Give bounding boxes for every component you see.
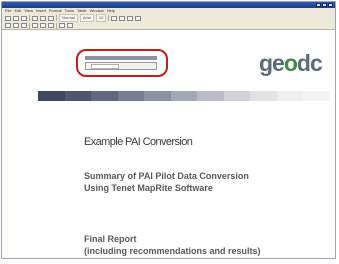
band-segment [38,91,65,101]
geodc-logo: geodc [259,50,323,76]
document-title: Example PAI Conversion [84,136,193,148]
window-controls [316,3,335,7]
logo-text-b: dc [296,50,323,76]
band-segment [303,91,331,101]
font-size-dropdown[interactable]: 10 [95,14,107,22]
table-icon[interactable] [135,15,142,21]
band-segment [91,91,118,101]
align-right-icon[interactable] [48,23,54,28]
align-center-icon[interactable] [40,23,46,28]
spelling-icon[interactable] [48,15,54,21]
underline-icon[interactable] [21,23,27,28]
minimize-icon[interactable] [316,3,321,7]
formatting-toolbar [2,22,335,30]
style-dropdown[interactable]: Normal [59,14,78,22]
report-description: Final Report (including recommendations … [84,233,261,257]
print-icon[interactable] [32,15,38,21]
bold-icon[interactable] [5,23,11,28]
band-segment [276,91,304,101]
new-icon[interactable] [5,15,11,21]
standard-toolbar: Normal Arial 10 [2,14,335,22]
subtitle-line: Summary of PAI Pilot Data Conversion [84,171,249,181]
font-dropdown[interactable]: Arial [79,14,94,22]
toolbar-divider [56,22,57,29]
document-page[interactable]: geodc Example PAI Conversion Summary of … [10,32,332,258]
italic-icon[interactable] [13,23,19,28]
band-segment [170,91,198,101]
band-segment [144,91,171,101]
toolbar-divider [29,22,30,29]
band-segment [197,91,224,101]
band-segment [117,91,145,101]
open-icon[interactable] [13,15,19,21]
toolbar-divider [56,15,57,21]
gradient-band [38,91,331,101]
logo-text-o: o [283,50,298,76]
link-icon[interactable] [127,15,134,21]
band-segment [250,91,277,101]
save-icon[interactable] [21,15,27,21]
band-segment [223,91,251,101]
document-subtitle: Summary of PAI Pilot Data Conversion Usi… [84,170,249,194]
preview-icon[interactable] [40,15,46,21]
report-line: Final Report [84,234,137,244]
subtitle-line: Using Tenet MapRite Software [84,183,213,193]
dialog-input-row [85,62,157,70]
band-segment [64,91,92,101]
undo-icon[interactable] [111,15,118,21]
dialog-input-field[interactable] [91,63,119,69]
highlighted-dialog-callout [76,49,168,77]
logo-text-a: ge [259,50,285,76]
toolbar-divider [29,15,30,21]
align-left-icon[interactable] [32,23,38,28]
dialog-title-bar [85,56,157,60]
redo-icon[interactable] [119,15,126,21]
numbering-icon[interactable] [67,23,73,28]
report-line: (including recommendations and results) [84,246,261,256]
toolbar-divider [108,15,110,21]
word-processor-window: File Edit View Insert Format Tools Table… [1,1,336,259]
close-icon[interactable] [328,3,333,7]
maximize-icon[interactable] [322,3,327,7]
bullets-icon[interactable] [59,23,65,28]
